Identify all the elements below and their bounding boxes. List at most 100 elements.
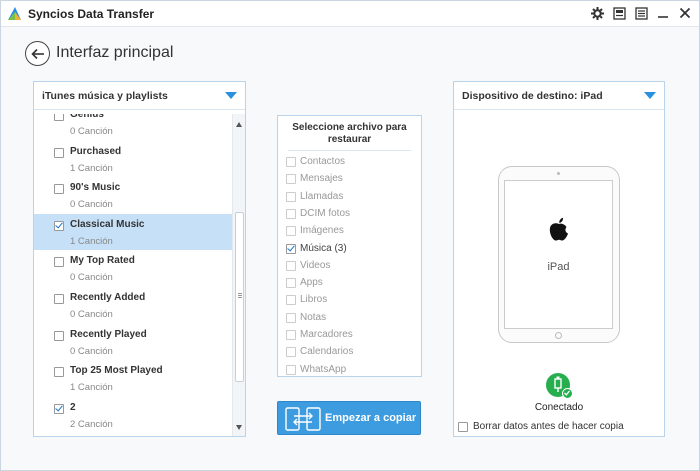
file-type-checkbox[interactable] bbox=[286, 295, 296, 306]
playlist-list: Genius 0 Canción Purchased 1 Canción 90's Mu… bbox=[34, 114, 232, 436]
playlist-count: 0 Canción bbox=[70, 126, 113, 137]
file-type-item[interactable]: Imágenes bbox=[286, 223, 416, 239]
file-type-item[interactable]: Notas bbox=[286, 310, 416, 326]
file-type-checkbox[interactable] bbox=[286, 226, 296, 237]
playlist-count: 1 Canción bbox=[70, 162, 113, 174]
playlist-name: 2 bbox=[70, 401, 76, 413]
playlist-item[interactable]: Purchased 1 Canción bbox=[34, 141, 232, 177]
ipad-device-image: iPad bbox=[498, 166, 620, 343]
playlist-checkbox[interactable] bbox=[54, 257, 64, 268]
playlist-count: 1 Canción bbox=[70, 235, 113, 247]
source-header: iTunes música y playlists bbox=[42, 89, 168, 102]
playlist-item[interactable]: Recently Played 0 Canción bbox=[34, 324, 232, 360]
playlist-item[interactable]: Top 25 Most Played 1 Canción bbox=[34, 360, 232, 396]
menu-icon[interactable] bbox=[633, 5, 649, 21]
playlist-item[interactable]: 90's Music 0 Canción bbox=[34, 177, 232, 213]
file-type-checkbox[interactable] bbox=[286, 278, 296, 289]
playlist-name: My Top Rated bbox=[70, 255, 135, 267]
erase-label: Borrar datos antes de hacer copia bbox=[473, 421, 624, 432]
playlist-checkbox[interactable] bbox=[54, 220, 64, 231]
syncios-logo-icon bbox=[8, 7, 21, 20]
file-type-item[interactable]: Apps bbox=[286, 275, 416, 291]
playlist-checkbox[interactable] bbox=[54, 294, 64, 304]
file-type-checkbox[interactable] bbox=[286, 347, 296, 358]
file-type-item[interactable]: Música (3) bbox=[286, 241, 416, 257]
playlist-item[interactable]: My Top Rated 0 Canción bbox=[34, 250, 232, 286]
app-window: Syncios Data Transfer Interfaz principal bbox=[0, 0, 700, 471]
back-button[interactable] bbox=[25, 41, 50, 66]
file-type-label: Marcadores bbox=[300, 329, 353, 340]
minimize-icon[interactable] bbox=[655, 5, 671, 21]
playlist-count: 1 Canción bbox=[70, 382, 113, 394]
playlist-name: 90's Music bbox=[70, 182, 121, 194]
source-dropdown[interactable]: iTunes música y playlists bbox=[34, 82, 245, 110]
grip-icon bbox=[238, 293, 242, 298]
file-type-item[interactable]: Libros bbox=[286, 292, 416, 308]
playlist-item[interactable]: Genius 0 Canción bbox=[34, 114, 232, 140]
playlist-name: Purchased bbox=[70, 145, 122, 157]
file-type-item[interactable]: WhatsApp bbox=[286, 362, 416, 378]
playlist-count: 2 Canción bbox=[70, 418, 113, 430]
playlist-checkbox[interactable] bbox=[54, 147, 64, 158]
file-type-item[interactable]: Llamadas bbox=[286, 189, 416, 205]
apple-logo-icon bbox=[549, 217, 568, 241]
file-type-item[interactable]: Mensajes bbox=[286, 171, 416, 187]
arrow-left-icon bbox=[30, 48, 44, 59]
settings-gear-icon[interactable] bbox=[589, 5, 605, 21]
restore-panel: Seleccione archivo para restaurar Contac… bbox=[277, 115, 422, 377]
scroll-down-icon[interactable] bbox=[236, 425, 242, 430]
check-icon bbox=[562, 388, 573, 399]
playlist-checkbox[interactable] bbox=[54, 367, 64, 378]
file-type-label: Llamadas bbox=[300, 190, 344, 202]
close-icon[interactable] bbox=[677, 5, 693, 21]
playlist-name: Recently Added bbox=[70, 292, 146, 303]
playlist-checkbox[interactable] bbox=[54, 330, 64, 341]
dropdown-arrow-icon[interactable] bbox=[644, 92, 656, 99]
playlist-checkbox[interactable] bbox=[54, 184, 64, 195]
erase-checkbox[interactable] bbox=[458, 422, 468, 432]
file-type-checkbox[interactable] bbox=[286, 174, 296, 185]
file-type-item[interactable]: Videos bbox=[286, 258, 416, 274]
file-type-label: Apps bbox=[300, 277, 323, 289]
playlist-name: Genius bbox=[70, 114, 104, 120]
page-title: Interfaz principal bbox=[56, 44, 174, 61]
playlist-checkbox[interactable] bbox=[54, 403, 64, 414]
file-type-item[interactable]: DCIM fotos bbox=[286, 206, 416, 222]
file-type-checkbox[interactable] bbox=[286, 312, 296, 323]
destination-dropdown[interactable]: Dispositivo de destino: iPad bbox=[454, 82, 664, 110]
playlist-item[interactable]: Recently Added 0 Canción bbox=[34, 287, 232, 323]
destination-header: Dispositivo de destino: iPad bbox=[462, 89, 603, 102]
file-type-checkbox[interactable] bbox=[286, 364, 296, 375]
file-type-checkbox[interactable] bbox=[286, 157, 296, 167]
scroll-thumb[interactable] bbox=[235, 212, 244, 382]
start-copy-label: Empezar a copiar bbox=[325, 412, 417, 424]
file-type-label: Imágenes bbox=[300, 225, 344, 237]
divider bbox=[288, 150, 411, 151]
file-type-item[interactable]: Calendarios bbox=[286, 344, 416, 360]
file-type-item[interactable]: Marcadores bbox=[286, 327, 416, 343]
device-name: iPad bbox=[547, 261, 570, 273]
playlist-scrollbar[interactable] bbox=[232, 114, 245, 436]
playlist-checkbox[interactable] bbox=[54, 114, 64, 121]
ipad-screen: iPad bbox=[504, 180, 613, 329]
playlist-item[interactable]: Classical Music 1 Canción bbox=[34, 213, 232, 250]
file-type-checkbox[interactable] bbox=[286, 330, 296, 340]
file-type-label: Mensajes bbox=[300, 173, 343, 185]
dropdown-arrow-icon[interactable] bbox=[225, 92, 237, 99]
playlist-count: 0 Canción bbox=[70, 345, 113, 357]
file-type-item[interactable]: Contactos bbox=[286, 154, 416, 170]
start-copy-button[interactable]: Empezar a copiar bbox=[277, 401, 421, 435]
scroll-up-icon[interactable] bbox=[236, 122, 242, 127]
restore-header: Seleccione archivo para restaurar bbox=[292, 122, 407, 145]
feedback-icon[interactable] bbox=[611, 5, 627, 21]
camera-icon bbox=[557, 172, 560, 175]
file-type-checkbox[interactable] bbox=[286, 191, 296, 202]
file-type-checkbox[interactable] bbox=[286, 208, 296, 219]
file-type-checkbox[interactable] bbox=[286, 243, 296, 254]
file-type-checkbox[interactable] bbox=[286, 260, 296, 271]
erase-before-copy-option[interactable]: Borrar datos antes de hacer copia bbox=[458, 420, 658, 434]
playlist-item[interactable]: 2 2 Canción bbox=[34, 397, 232, 433]
playlist-name: Top 25 Most Played bbox=[70, 365, 163, 377]
file-type-label: Videos bbox=[300, 259, 331, 271]
destination-panel: Dispositivo de destino: iPad iPad Conect… bbox=[453, 81, 665, 437]
